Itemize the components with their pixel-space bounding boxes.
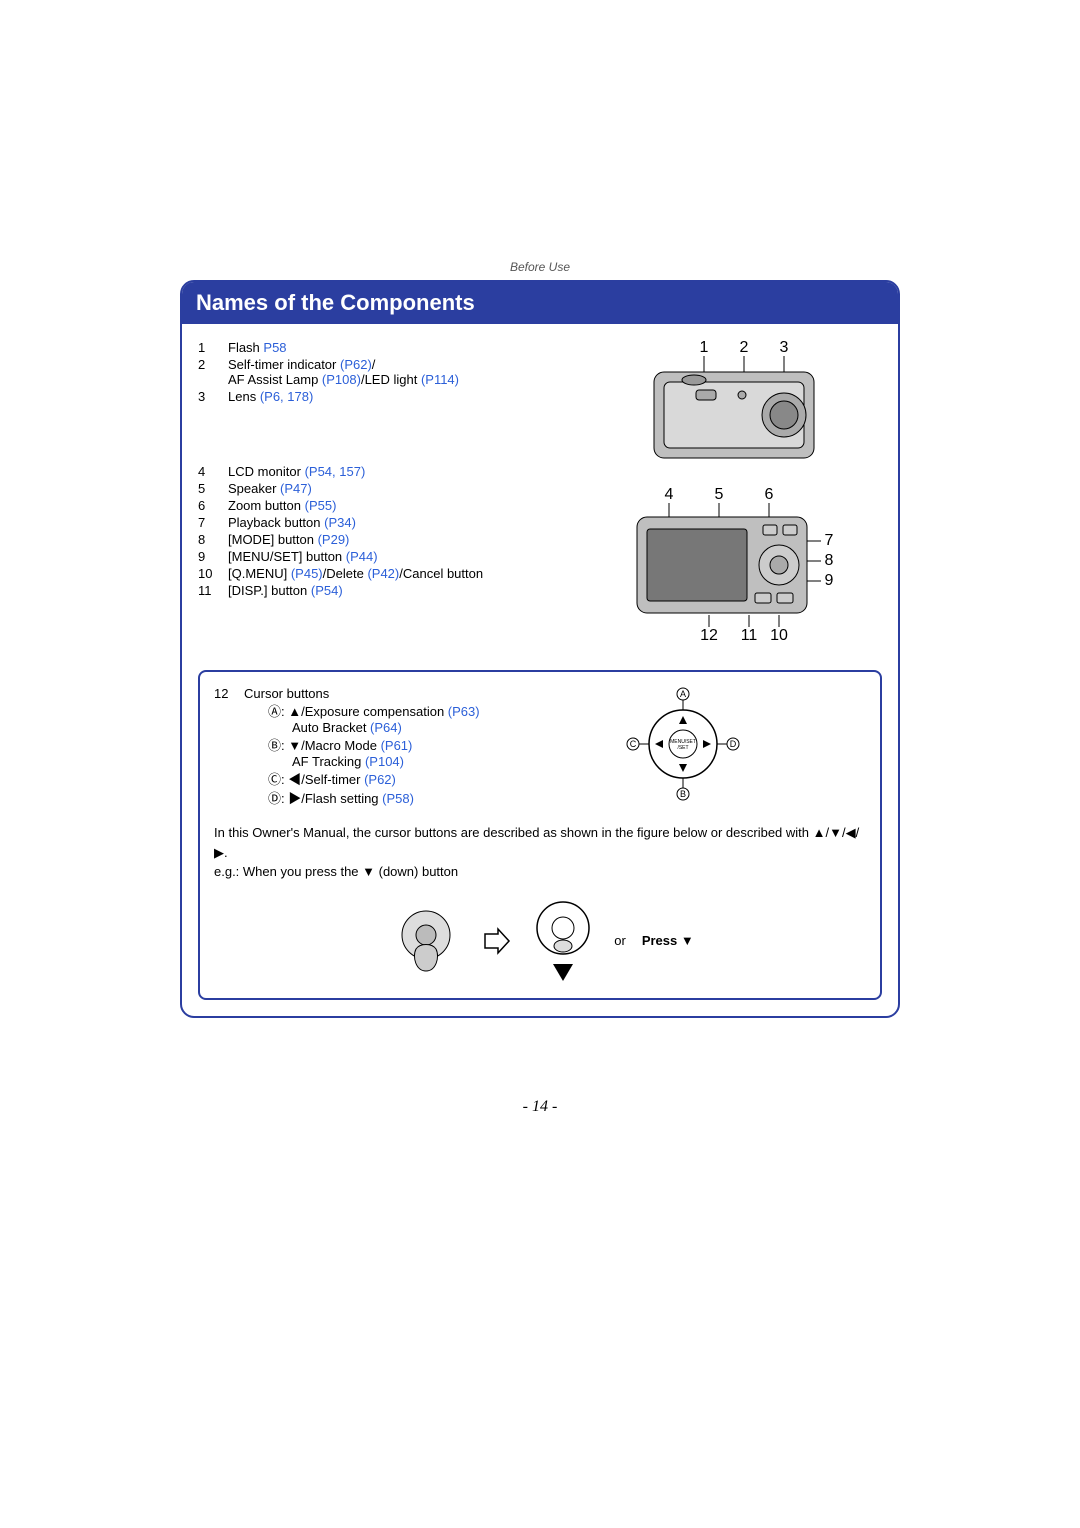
- callout-number: 8: [824, 552, 833, 569]
- label-d: D: [730, 739, 737, 749]
- callout-number: 3: [779, 339, 788, 356]
- page-ref-link[interactable]: (P42): [367, 566, 399, 581]
- page-number: - 14 -: [180, 1098, 900, 1116]
- page-ref-link[interactable]: (P34): [324, 515, 356, 530]
- list-item: Self-timer indicator (P62)/ AF Assist La…: [228, 357, 459, 387]
- page-ref-link[interactable]: (P55): [305, 498, 337, 513]
- cursor-wheel-diagram: MENU/SET /SET A B C D: [623, 684, 743, 807]
- list-num: 1: [198, 340, 228, 355]
- list-num: 7: [198, 515, 228, 530]
- list-num: 10: [198, 566, 228, 581]
- callout-number: 9: [824, 572, 833, 589]
- press-instruction: Press ▼: [642, 933, 694, 948]
- page-ref-link[interactable]: (P6: [260, 389, 280, 404]
- page-ref-link[interactable]: 157): [339, 464, 365, 479]
- arrow-right-icon: [482, 926, 512, 956]
- page-ref-link[interactable]: (P108): [322, 372, 361, 387]
- page-ref-link[interactable]: (P47): [280, 481, 312, 496]
- callout-number: 2: [739, 339, 748, 356]
- callout-number: 11: [740, 627, 757, 644]
- label-c: C: [630, 739, 637, 749]
- list-num: 6: [198, 498, 228, 513]
- press-example: or Press ▼: [214, 896, 866, 986]
- callout-number: 7: [824, 532, 833, 549]
- label-a: A: [680, 689, 686, 699]
- page-ref-link[interactable]: (P104): [365, 754, 404, 769]
- page-title: Names of the Components: [182, 282, 898, 324]
- page-ref-link[interactable]: (P45): [291, 566, 323, 581]
- page-ref-link[interactable]: (P61): [381, 738, 413, 753]
- list-num: 2: [198, 357, 228, 387]
- list-item: [MODE] button (P29): [228, 532, 483, 547]
- page-ref-link[interactable]: (P29): [318, 532, 350, 547]
- or-text: or: [614, 933, 626, 948]
- page-ref-link[interactable]: (P54: [305, 464, 332, 479]
- press-thumb-icon: [386, 901, 466, 981]
- callout-number: 1: [699, 339, 708, 356]
- cursor-down-icon: [528, 896, 598, 986]
- list-item: LCD monitor (P54, 157): [228, 464, 483, 479]
- component-list-2: 4 LCD monitor (P54, 157) 5 Speaker (P47)…: [198, 462, 483, 600]
- list-item: [DISP.] button (P54): [228, 583, 483, 598]
- list-item: Flash P58: [228, 340, 459, 355]
- list-item: Lens (P6, 178): [228, 389, 459, 404]
- callout-number: 5: [714, 486, 723, 503]
- callout-number: 10: [770, 627, 788, 644]
- callout-number: 12: [700, 627, 718, 644]
- section-header: Before Use: [180, 260, 900, 274]
- page-ref-link[interactable]: (P63): [448, 704, 480, 719]
- callout-number: 6: [764, 486, 773, 503]
- page-ref-link[interactable]: (P62): [340, 357, 372, 372]
- list-item: [Q.MENU] (P45)/Delete (P42)/Cancel butto…: [228, 566, 483, 581]
- list-num: 3: [198, 389, 228, 404]
- list-item: Cursor buttons Ⓐ: ▲/Exposure compensatio…: [244, 686, 480, 807]
- list-num: 8: [198, 532, 228, 547]
- page-ref-link[interactable]: (P62): [364, 772, 396, 787]
- svg-text:/SET: /SET: [678, 745, 689, 751]
- cursor-note: In this Owner's Manual, the cursor butto…: [214, 823, 866, 882]
- page-ref-link[interactable]: (P54): [311, 583, 343, 598]
- camera-front-diagram: 1 2 3: [634, 338, 834, 471]
- page-ref-link[interactable]: (P64): [370, 720, 402, 735]
- cursor-buttons-box: 12 Cursor buttons Ⓐ: ▲/Exposure compensa…: [198, 670, 882, 1000]
- content-frame: Names of the Components 1 Flash P58 2 Se…: [180, 280, 900, 1018]
- list-num: 5: [198, 481, 228, 496]
- callout-number: 4: [664, 486, 673, 503]
- list-num: 4: [198, 464, 228, 479]
- component-list-1: 1 Flash P58 2 Self-timer indicator (P62)…: [198, 338, 459, 406]
- page-ref-link[interactable]: (P114): [421, 372, 459, 387]
- list-num: 12: [214, 686, 244, 807]
- list-item: Speaker (P47): [228, 481, 483, 496]
- page-ref-link[interactable]: (P44): [346, 549, 378, 564]
- list-num: 11: [198, 583, 228, 598]
- list-item: [MENU/SET] button (P44): [228, 549, 483, 564]
- camera-back-diagram: 4 5 6 7 8 9: [619, 485, 849, 648]
- page-ref-link[interactable]: (P58): [382, 791, 414, 806]
- page-ref-link[interactable]: 178): [287, 389, 313, 404]
- label-b: B: [680, 789, 686, 799]
- list-item: Playback button (P34): [228, 515, 483, 530]
- list-item: Zoom button (P55): [228, 498, 483, 513]
- page-ref-link[interactable]: P58: [263, 340, 286, 355]
- list-num: 9: [198, 549, 228, 564]
